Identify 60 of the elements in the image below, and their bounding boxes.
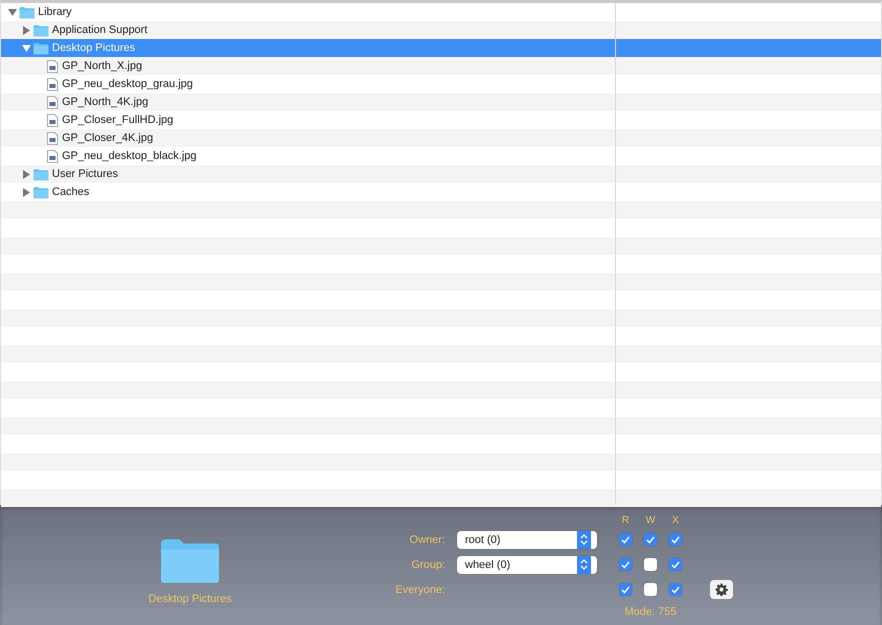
checkbox[interactable] (669, 533, 682, 546)
image-file-icon (47, 78, 58, 90)
checkbox[interactable] (619, 583, 632, 596)
checkbox[interactable] (619, 533, 632, 546)
checkbox[interactable] (644, 583, 657, 596)
permission-label: Group: (410, 558, 446, 570)
item-name: GP_Closer_FullHD.jpg (62, 114, 174, 126)
item-name: GP_Closer_4K.jpg (62, 132, 154, 144)
stepper-icon (580, 534, 588, 545)
popup-button[interactable]: wheel (0) (457, 556, 597, 574)
tree-row[interactable]: Application Support (1, 21, 881, 39)
folder-icon (33, 186, 49, 198)
image-file-icon (47, 96, 58, 108)
checkbox[interactable] (644, 558, 657, 571)
permission-header: W (644, 514, 656, 526)
image-file-icon (47, 114, 58, 126)
checkbox[interactable] (669, 583, 682, 596)
folder-icon (19, 6, 35, 18)
item-name: GP_North_4K.jpg (62, 96, 148, 108)
mode-label: Mode: 755 (624, 606, 678, 618)
gear-icon (715, 583, 728, 596)
disclosure-collapsed-icon[interactable] (21, 187, 31, 197)
image-file-icon (47, 60, 58, 72)
checkbox[interactable] (619, 558, 632, 571)
item-name: Application Support (52, 24, 148, 36)
item-name: GP_neu_desktop_black.jpg (62, 150, 197, 162)
tree-row[interactable]: GP_Closer_4K.jpg (1, 129, 881, 147)
tree-row[interactable]: GP_North_X.jpg (1, 57, 881, 75)
image-file-icon (47, 150, 58, 162)
settings-button[interactable] (710, 580, 733, 599)
disclosure-expanded-icon[interactable] (7, 7, 17, 17)
permission-header: X (671, 514, 680, 526)
popup-button[interactable]: root (0) (457, 530, 597, 548)
folder-icon (33, 24, 49, 36)
tree-row[interactable]: User Pictures (1, 165, 881, 183)
item-name: Desktop Pictures (148, 593, 232, 605)
permission-header: R (620, 514, 630, 526)
tree-row[interactable]: GP_Closer_FullHD.jpg (1, 111, 881, 129)
tree-row[interactable]: GP_neu_desktop_grau.jpg (1, 75, 881, 93)
permission-label: Owner: (408, 534, 446, 546)
item-name: Caches (52, 186, 90, 198)
image-file-icon (47, 132, 58, 144)
item-name: Library (38, 6, 72, 18)
disclosure-collapsed-icon[interactable] (21, 25, 31, 35)
folder-icon (33, 168, 49, 180)
tree-row[interactable]: GP_neu_desktop_black.jpg (1, 147, 881, 165)
checkbox[interactable] (644, 533, 657, 546)
item-name: User Pictures (52, 168, 118, 180)
item-name: GP_North_X.jpg (62, 60, 142, 72)
permission-label: Everyone: (394, 584, 446, 596)
checkbox[interactable] (669, 558, 682, 571)
folder-icon (33, 42, 49, 54)
disclosure-collapsed-icon[interactable] (21, 169, 31, 179)
stepper-icon (580, 559, 588, 570)
tree-row[interactable]: Library (1, 3, 881, 21)
item-name: GP_neu_desktop_grau.jpg (62, 78, 193, 90)
tree-row[interactable]: Caches (1, 183, 881, 201)
item-name: Desktop Pictures (52, 42, 136, 54)
disclosure-expanded-icon[interactable] (21, 43, 31, 53)
tree-row[interactable]: GP_North_4K.jpg (1, 93, 881, 111)
